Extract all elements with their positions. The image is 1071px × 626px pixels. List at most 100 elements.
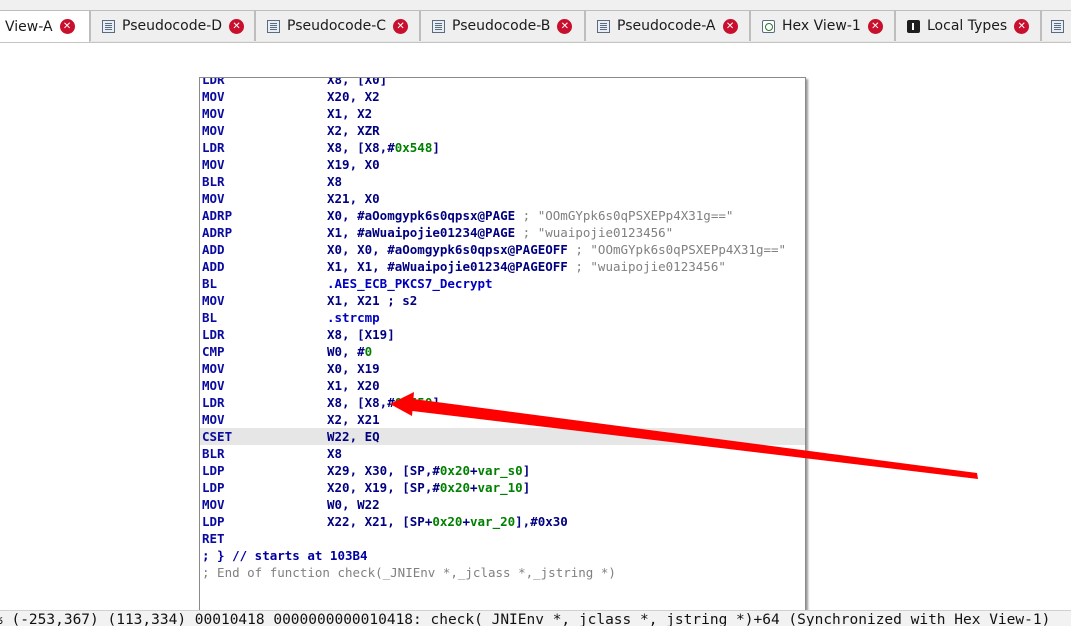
operands: X8, [X0] xyxy=(327,77,388,87)
instruction-line: MOV X20, X2 xyxy=(200,88,805,105)
mnemonic: RET xyxy=(202,531,225,546)
operands: X8 xyxy=(327,446,343,461)
tab-local-types[interactable]: Local Types ✕ xyxy=(895,10,1041,41)
mnemonic: BLR xyxy=(202,174,225,189)
tab-label: Pseudocode-C xyxy=(287,18,387,34)
immediate-value: 0x20 xyxy=(432,514,463,529)
code-block-node[interactable]: LDR X8, [X0] MOV X20, X2 MOV X1, X2 MOV X2, XZR… xyxy=(199,77,806,611)
operands: X8, [X19] xyxy=(327,327,395,342)
operands: X8, [X8,#0x548] xyxy=(327,140,440,155)
mnemonic: MOV xyxy=(202,191,225,206)
instruction-line: ADRP X1, #aWuaipojie01234@PAGE ; "wuaipoj… xyxy=(200,224,805,241)
close-icon[interactable]: ✕ xyxy=(1014,18,1030,34)
document-icon xyxy=(102,19,115,33)
comment: ; "OOmGYpk6s0qPSXEPp4X31g==" xyxy=(567,242,787,257)
tab-pseudocode-b[interactable]: Pseudocode-B ✕ xyxy=(420,10,585,41)
mnemonic: CMP xyxy=(202,344,225,359)
operands: X1, X2 xyxy=(327,106,373,121)
mnemonic: BL xyxy=(202,276,218,291)
operands: X2, X21 xyxy=(327,412,380,427)
mnemonic: CSET xyxy=(202,429,233,444)
operands: W0, W22 xyxy=(327,497,380,512)
close-icon[interactable]: ✕ xyxy=(59,19,75,34)
mnemonic: BLR xyxy=(202,446,225,461)
close-icon[interactable]: ✕ xyxy=(867,18,883,34)
close-icon[interactable]: ✕ xyxy=(722,18,738,34)
close-icon[interactable]: ✕ xyxy=(557,18,573,34)
structures-icon xyxy=(1051,19,1064,33)
mnemonic: MOV xyxy=(202,123,225,138)
operands: X1, X20 xyxy=(327,378,380,393)
comment: ; "wuaipojie0123456" xyxy=(515,225,674,240)
mnemonic: MOV xyxy=(202,89,225,104)
operands: X0, #aOomgypk6s0qpsx@PAGE ; "OOmGYpk6s0q… xyxy=(327,208,734,223)
instruction-line: LDR X8, [X0] xyxy=(200,77,805,88)
instruction-line: CMP W0, #0 xyxy=(200,343,805,360)
instruction-line: MOV X19, X0 xyxy=(200,156,805,173)
mnemonic: LDR xyxy=(202,77,225,87)
mnemonic: ADRP xyxy=(202,225,233,240)
instruction-line: LDR X8, [X8,#0x550] xyxy=(200,394,805,411)
close-icon[interactable]: ✕ xyxy=(229,18,245,34)
tab-label: View-A xyxy=(5,18,53,35)
highlighted-instruction-line: CSET W22, EQ xyxy=(200,428,805,445)
tab-label: Pseudocode-D xyxy=(122,18,223,34)
comment: ; "wuaipojie0123456" xyxy=(567,259,726,274)
mnemonic: ADRP xyxy=(202,208,233,223)
operands: X0, X0, #aOomgypk6s0qpsx@PAGEOFF ; "OOmG… xyxy=(327,242,787,257)
operands: X29, X30, [SP,#0x20+var_s0] xyxy=(327,463,531,478)
instruction-line: BL .AES_ECB_PKCS7_Decrypt xyxy=(200,275,805,292)
function-end-line: ; End of function check(_JNIEnv *,_jclas… xyxy=(200,564,805,581)
operands: .AES_ECB_PKCS7_Decrypt xyxy=(327,275,493,292)
block-end-line: ; } // starts at 103B4 xyxy=(200,547,805,564)
instruction-line: MOV W0, W22 xyxy=(200,496,805,513)
graph-view[interactable]: LDR X8, [X0] MOV X20, X2 MOV X1, X2 MOV X2, XZR… xyxy=(0,43,1071,611)
status-bar: % (-253,367) (113,334) 00010418 00000000… xyxy=(0,610,1071,626)
tab-bar: View-A ✕ Pseudocode-D ✕ Pseudocode-C ✕ P… xyxy=(0,10,1071,43)
operands: X22, X21, [SP+0x20+var_20],#0x30 xyxy=(327,514,568,529)
tab-ida-view-a[interactable]: View-A ✕ xyxy=(0,10,90,42)
mnemonic: ADD xyxy=(202,242,225,257)
document-icon xyxy=(432,19,445,33)
local-types-icon xyxy=(907,19,920,33)
operands: X8 xyxy=(327,174,343,189)
mnemonic: BL xyxy=(202,310,218,325)
operands: W0, #0 xyxy=(327,344,373,359)
mnemonic: MOV xyxy=(202,106,225,121)
operands: X21, X0 xyxy=(327,191,380,206)
instruction-line: BL .strcmp xyxy=(200,309,805,326)
immediate-value: 0x548 xyxy=(394,140,433,155)
tab-pseudocode-c[interactable]: Pseudocode-C ✕ xyxy=(255,10,420,41)
instruction-line: MOV X21, X0 xyxy=(200,190,805,207)
operands: W22, EQ xyxy=(327,429,380,444)
tab-overflow[interactable] xyxy=(1041,10,1071,41)
instruction-line: MOV X1, X20 xyxy=(200,377,805,394)
stack-variable: var_s0 xyxy=(477,463,523,478)
operands: X2, XZR xyxy=(327,123,380,138)
function-end-comment: ; End of function check(_JNIEnv *,_jclas… xyxy=(202,565,616,580)
instruction-line: LDP X22, X21, [SP+0x20+var_20],#0x30 xyxy=(200,513,805,530)
mnemonic: MOV xyxy=(202,157,225,172)
call-target: .AES_ECB_PKCS7_Decrypt xyxy=(327,276,493,291)
stack-variable: var_10 xyxy=(477,480,523,495)
mnemonic: ADD xyxy=(202,259,225,274)
instruction-line: MOV X2, X21 xyxy=(200,411,805,428)
instruction-line: LDR X8, [X8,#0x548] xyxy=(200,139,805,156)
instruction-line: BLR X8 xyxy=(200,445,805,462)
stack-variable: var_20 xyxy=(470,514,516,529)
tab-hex-view-1[interactable]: Hex View-1 ✕ xyxy=(750,10,895,41)
immediate-value: 0x550 xyxy=(394,395,433,410)
tab-pseudocode-d[interactable]: Pseudocode-D ✕ xyxy=(90,10,255,41)
mnemonic: LDR xyxy=(202,140,225,155)
mnemonic: LDR xyxy=(202,395,225,410)
window-top-strip xyxy=(0,0,1071,10)
close-icon[interactable]: ✕ xyxy=(393,18,409,34)
instruction-line: MOV X1, X2 xyxy=(200,105,805,122)
immediate-value: 0x20 xyxy=(439,480,470,495)
mnemonic: LDR xyxy=(202,327,225,342)
operands: X0, X19 xyxy=(327,361,380,376)
tab-label: Hex View-1 xyxy=(782,18,861,34)
instruction-line: MOV X1, X21 ; s2 xyxy=(200,292,805,309)
mnemonic: MOV xyxy=(202,497,225,512)
tab-pseudocode-a[interactable]: Pseudocode-A ✕ xyxy=(585,10,750,41)
